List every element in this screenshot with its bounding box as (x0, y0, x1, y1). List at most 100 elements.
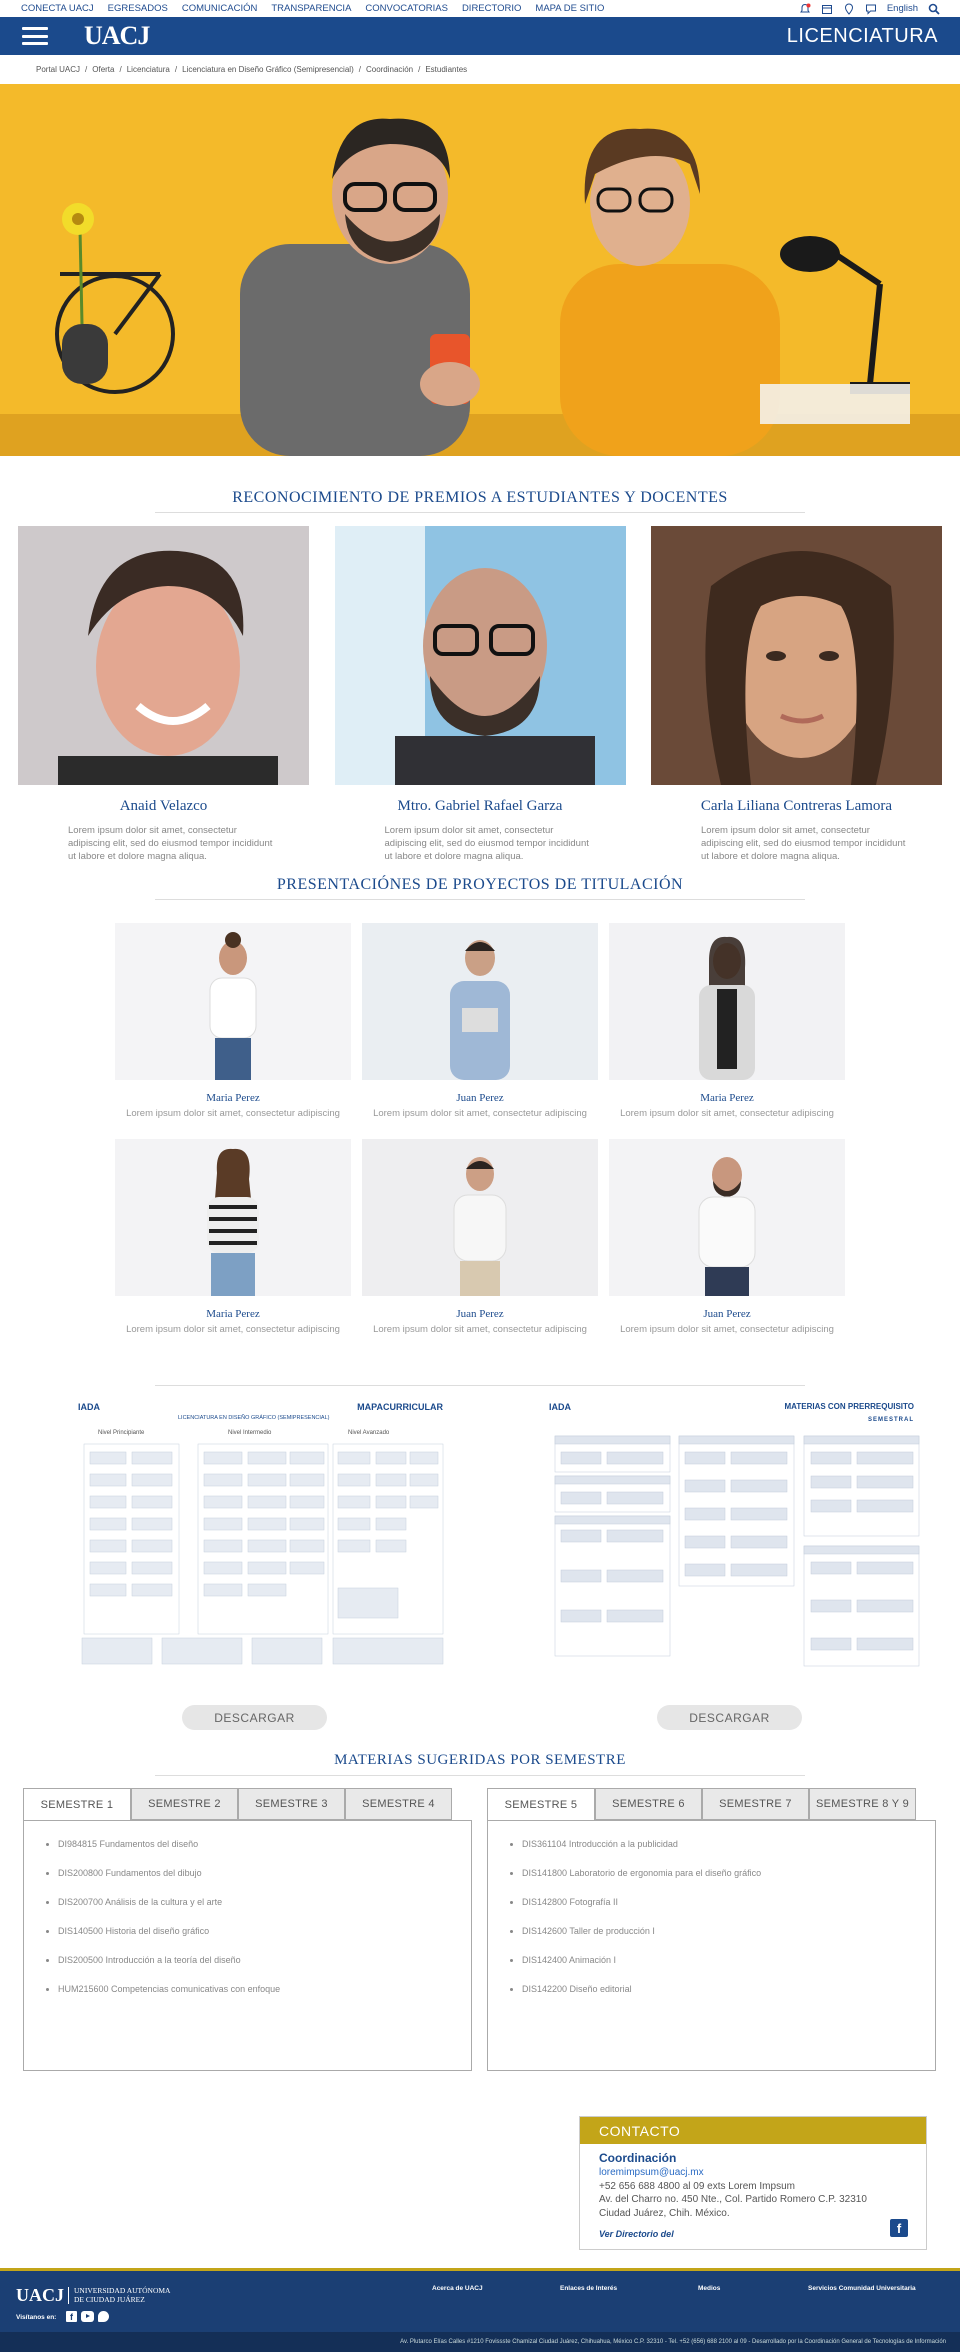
projects-grid: Maria Perez Lorem ipsum dolor sit amet, … (115, 923, 845, 1335)
breadcrumb-program[interactable]: Licenciatura en Diseño Gráfico (Semipres… (182, 65, 354, 74)
youtube-icon[interactable] (81, 2311, 94, 2322)
breadcrumb-estudiantes: Estudiantes (425, 65, 468, 74)
footer-logo[interactable]: UACJ (16, 2285, 64, 2306)
topnav-directorio[interactable]: DIRECTORIO (462, 3, 521, 14)
topnav-comunicacion[interactable]: COMUNICACIÓN (182, 3, 257, 14)
contact-city: Ciudad Juárez, Chih. México. (599, 2207, 730, 2219)
project-photo (609, 923, 845, 1081)
tab-semestre-7[interactable]: SEMESTRE 7 (702, 1788, 809, 1821)
project-name: Maria Perez (700, 1092, 754, 1105)
project-photo (115, 923, 351, 1081)
breadcrumb: Portal UACJ / Oferta / Licenciatura / Licen… (36, 65, 468, 74)
semesters-title: MATERIAS SUGERIDAS POR SEMESTRE (334, 1752, 626, 1769)
curriculum-map-card: IADA MAPACURRICULAR LICENCIATURA EN DISE… (78, 1402, 453, 1731)
award-card: Mtro. Gabriel Rafael Garza Lorem ipsum d… (334, 526, 626, 863)
tab-semestre-4[interactable]: SEMESTRE 4 (345, 1788, 452, 1821)
footer-link-servicios[interactable]: Servicios Comunidad Universitaria (808, 2285, 916, 2292)
notification-bell-icon[interactable] (799, 3, 811, 15)
tab-list: SEMESTRE 1 SEMESTRE 2 SEMESTRE 3 SEMESTR… (23, 1788, 472, 1822)
download-button[interactable]: DESCARGAR (182, 1705, 327, 1731)
map-level: Nivel Intermedio (228, 1430, 272, 1437)
footer-socials: f (66, 2311, 109, 2322)
topnav-transparencia[interactable]: TRANSPARENCIA (271, 3, 351, 14)
topnav-conecta[interactable]: CONECTA UACJ (21, 3, 94, 14)
contact-phone: +52 656 688 4800 al 09 exts Lorem Impsum (599, 2180, 795, 2192)
project-card: Maria Perez Lorem ipsum dolor sit amet, … (115, 923, 351, 1119)
twitter-icon[interactable] (98, 2311, 109, 2322)
footer-link-medios[interactable]: Medios (698, 2285, 720, 2292)
page-title: LICENCIATURA (786, 24, 938, 47)
calendar-icon[interactable] (821, 3, 833, 15)
topnav-mapa[interactable]: MAPA DE SITIO (535, 3, 604, 14)
prerequisite-map-card: IADA MATERIAS CON PRERREQUISITO SEMESTRA… (549, 1402, 924, 1731)
breadcrumb-portal[interactable]: Portal UACJ (36, 65, 80, 74)
menu-hamburger-icon[interactable] (22, 27, 48, 45)
download-button[interactable]: DESCARGAR (657, 1705, 802, 1731)
topnav-egresados[interactable]: EGRESADOS (108, 3, 168, 14)
search-icon[interactable] (928, 3, 940, 15)
semester-tabs-area: SEMESTRE 1 SEMESTRE 2 SEMESTRE 3 SEMESTR… (0, 1788, 960, 2072)
award-card: Anaid Velazco Lorem ipsum dolor sit amet… (18, 526, 309, 863)
award-name: Anaid Velazco (119, 798, 208, 814)
chat-icon[interactable] (865, 3, 877, 15)
project-photo (362, 923, 598, 1081)
award-photo (334, 526, 626, 785)
course-item: DIS361104 Introducción a la publicidad (522, 1839, 935, 1849)
directory-link[interactable]: Ver Directorio del (599, 2228, 926, 2240)
language-switch[interactable]: English (887, 3, 918, 14)
tab-semestre-5[interactable]: SEMESTRE 5 (487, 1788, 595, 1822)
location-pin-icon[interactable] (843, 3, 855, 15)
course-item: DIS142600 Taller de producción I (522, 1926, 935, 1936)
map-heading: MAPACURRICULAR (357, 1402, 443, 1413)
top-utilities: English (799, 3, 940, 15)
breadcrumb-oferta[interactable]: Oferta (92, 65, 114, 74)
map-level: Nivel Principiante (98, 1430, 145, 1437)
curriculum-maps: IADA MAPACURRICULAR LICENCIATURA EN DISE… (0, 1402, 960, 1731)
course-item: HUM215600 Competencias comunicativas con… (58, 1984, 471, 1994)
project-desc: Lorem ipsum dolor sit amet, consectetur … (620, 1324, 834, 1336)
project-card: Maria Perez Lorem ipsum dolor sit amet, … (115, 1139, 351, 1335)
course-item: DIS141800 Laboratorio de ergonomia para … (522, 1868, 935, 1878)
award-photo (18, 526, 309, 785)
map-heading: MATERIAS CON PRERREQUISITO (784, 1402, 915, 1412)
project-card: Maria Perez Lorem ipsum dolor sit amet, … (609, 923, 845, 1119)
award-desc: Lorem ipsum dolor sit amet, consectetur … (384, 825, 589, 862)
course-item: DIS200500 Introducción a la teoría del d… (58, 1955, 471, 1965)
tab-semestre-2[interactable]: SEMESTRE 2 (131, 1788, 238, 1821)
top-bar: CONECTA UACJ EGRESADOS COMUNICACIÓN TRAN… (0, 0, 960, 17)
uacj-logo[interactable]: UACJ (84, 21, 150, 51)
project-desc: Lorem ipsum dolor sit amet, consectetur … (126, 1324, 340, 1336)
footer-link-acerca[interactable]: Acerca de UACJ (432, 2285, 483, 2292)
footer-legal: Av. Plutarco Elías Calles #1210 Fovissst… (0, 2332, 960, 2352)
breadcrumb-coordinacion[interactable]: Coordinación (366, 65, 413, 74)
award-desc: Lorem ipsum dolor sit amet, consectetur … (701, 825, 906, 862)
map-subtitle: LICENCIATURA EN DISEÑO GRÁFICO (SEMIPRES… (178, 1415, 330, 1422)
footer-university: Universidad Autónoma de Ciudad Juárez (68, 2286, 178, 2305)
tab-semestre-3[interactable]: SEMESTRE 3 (238, 1788, 345, 1821)
footer-visit: Visítanos en: (16, 2314, 57, 2321)
curriculum-map-diagram (81, 1444, 444, 1665)
prerequisite-map-diagram (554, 1436, 920, 1667)
tab-panel: DIS361104 Introducción a la publicidad D… (487, 1820, 936, 2072)
hero-image (0, 84, 960, 456)
facebook-icon[interactable]: f (66, 2311, 77, 2322)
footer-link-enlaces[interactable]: Enlaces de Interés (560, 2285, 617, 2292)
contact-email[interactable]: loremimpsum@uacj.mx (599, 2166, 926, 2180)
project-photo (362, 1139, 598, 1297)
course-item: DI984815 Fundamentos del diseño (58, 1839, 471, 1849)
project-name: Juan Perez (703, 1308, 751, 1321)
topnav-convocatorias[interactable]: CONVOCATORIAS (365, 3, 448, 14)
project-photo (609, 1139, 845, 1297)
tab-semestre-6[interactable]: SEMESTRE 6 (595, 1788, 702, 1821)
projects-title: PRESENTACIÓNES DE PROYECTOS DE TITULACIÓ… (276, 876, 684, 894)
project-card: Juan Perez Lorem ipsum dolor sit amet, c… (362, 923, 598, 1119)
facebook-icon[interactable]: f (890, 2219, 908, 2237)
contact-card: CONTACTO Coordinación loremimpsum@uacj.m… (579, 2116, 927, 2250)
course-item: DIS142200 Diseño editorial (522, 1984, 935, 1994)
main-header: UACJ LICENCIATURA (0, 17, 960, 55)
tab-semestre-1[interactable]: SEMESTRE 1 (23, 1788, 131, 1822)
breadcrumb-licenciatura[interactable]: Licenciatura (127, 65, 170, 74)
tab-semestre-8-9[interactable]: SEMESTRE 8 Y 9 (809, 1788, 916, 1821)
project-name: Juan Perez (456, 1092, 504, 1105)
semester-tabs-right: SEMESTRE 5 SEMESTRE 6 SEMESTRE 7 SEMESTR… (487, 1788, 936, 2072)
